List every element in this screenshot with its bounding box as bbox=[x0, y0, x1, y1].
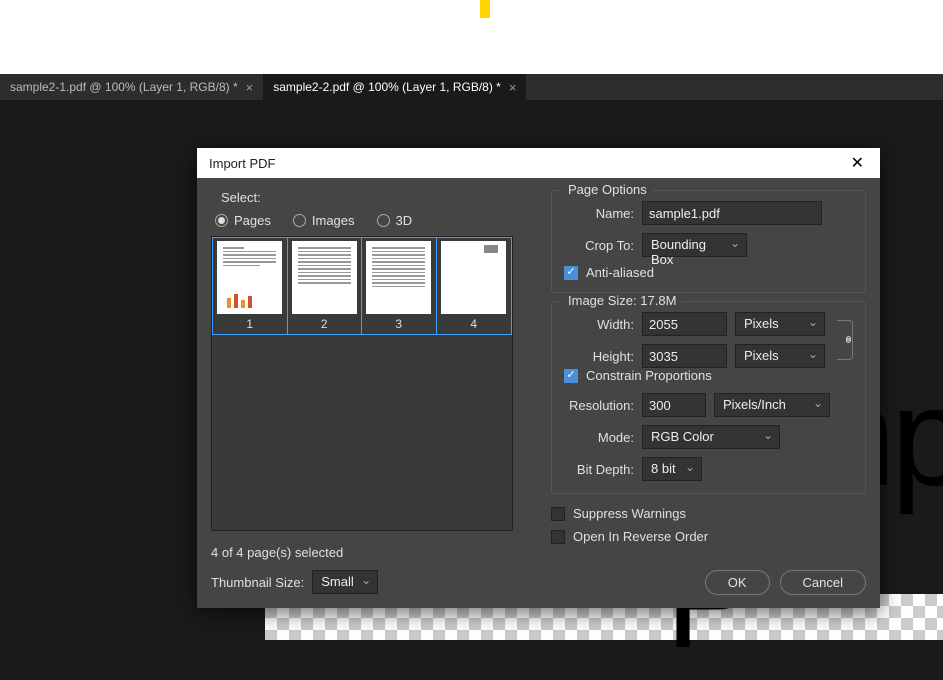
radio-icon bbox=[215, 214, 228, 227]
checkbox-label: Constrain Proportions bbox=[586, 368, 712, 383]
document-tab[interactable]: sample2-1.pdf @ 100% (Layer 1, RGB/8) * … bbox=[0, 74, 263, 100]
width-unit-select[interactable]: Pixels bbox=[735, 312, 825, 336]
close-icon[interactable]: ✕ bbox=[847, 153, 868, 173]
height-label: Height: bbox=[564, 349, 634, 364]
page-thumbnail[interactable]: 2 bbox=[288, 238, 363, 334]
tab-label: sample2-2.pdf @ 100% (Layer 1, RGB/8) * bbox=[273, 80, 501, 94]
constrain-proportions-checkbox[interactable]: Constrain Proportions bbox=[564, 368, 853, 383]
width-label: Width: bbox=[564, 317, 634, 332]
cursor-mark bbox=[480, 0, 490, 18]
image-size-group: Image Size: 17.8M Width: Pixels Height: bbox=[551, 301, 866, 494]
radio-label: Pages bbox=[234, 213, 271, 228]
bit-depth-label: Bit Depth: bbox=[564, 462, 634, 477]
anti-aliased-checkbox[interactable]: Anti-aliased bbox=[564, 265, 853, 280]
group-legend: Page Options bbox=[562, 182, 653, 197]
height-unit-select[interactable]: Pixels bbox=[735, 344, 825, 368]
page-thumbnail[interactable]: 1 bbox=[213, 238, 288, 334]
radio-label: Images bbox=[312, 213, 355, 228]
radio-icon bbox=[377, 214, 390, 227]
page-thumbnail[interactable]: 4 bbox=[437, 238, 512, 334]
thumb-number: 3 bbox=[395, 316, 402, 334]
checkbox-icon bbox=[564, 266, 578, 280]
thumbnail-size-label: Thumbnail Size: bbox=[211, 575, 304, 590]
radio-pages[interactable]: Pages bbox=[215, 213, 271, 228]
document-tab-bar: sample2-1.pdf @ 100% (Layer 1, RGB/8) * … bbox=[0, 74, 943, 100]
close-icon[interactable]: × bbox=[509, 80, 517, 95]
page-options-group: Page Options Name: Crop To: Bounding Box… bbox=[551, 190, 866, 293]
radio-icon bbox=[293, 214, 306, 227]
checkbox-icon bbox=[551, 507, 565, 521]
checkbox-icon bbox=[564, 369, 578, 383]
selection-status: 4 of 4 page(s) selected bbox=[211, 545, 541, 560]
checkbox-label: Suppress Warnings bbox=[573, 506, 686, 521]
resolution-unit-select[interactable]: Pixels/Inch bbox=[714, 393, 830, 417]
close-icon[interactable]: × bbox=[246, 80, 254, 95]
cancel-button[interactable]: Cancel bbox=[780, 570, 866, 595]
import-pdf-dialog: Import PDF ✕ Select: Pages Images 3D bbox=[197, 148, 880, 608]
resolution-label: Resolution: bbox=[564, 398, 634, 413]
mode-select[interactable]: RGB Color bbox=[642, 425, 780, 449]
bit-depth-select[interactable]: 8 bit bbox=[642, 457, 702, 481]
select-label: Select: bbox=[221, 190, 541, 205]
width-field[interactable] bbox=[642, 312, 727, 336]
group-legend: Image Size: 17.8M bbox=[562, 293, 682, 308]
page-thumbnail[interactable]: 3 bbox=[362, 238, 437, 334]
link-icon[interactable] bbox=[837, 320, 853, 360]
crop-to-label: Crop To: bbox=[564, 238, 634, 253]
radio-images[interactable]: Images bbox=[293, 213, 355, 228]
thumb-number: 1 bbox=[246, 316, 253, 334]
reverse-order-checkbox[interactable]: Open In Reverse Order bbox=[551, 529, 866, 544]
radio-3d[interactable]: 3D bbox=[377, 213, 413, 228]
resolution-field[interactable] bbox=[642, 393, 706, 417]
suppress-warnings-checkbox[interactable]: Suppress Warnings bbox=[551, 506, 866, 521]
checkbox-label: Anti-aliased bbox=[586, 265, 654, 280]
thumb-number: 2 bbox=[321, 316, 328, 334]
mode-label: Mode: bbox=[564, 430, 634, 445]
name-label: Name: bbox=[564, 206, 634, 221]
checkbox-icon bbox=[551, 530, 565, 544]
ok-button[interactable]: OK bbox=[705, 570, 770, 595]
tab-label: sample2-1.pdf @ 100% (Layer 1, RGB/8) * bbox=[10, 80, 238, 94]
name-field[interactable] bbox=[642, 201, 822, 225]
radio-label: 3D bbox=[396, 213, 413, 228]
height-field[interactable] bbox=[642, 344, 727, 368]
crop-to-select[interactable]: Bounding Box bbox=[642, 233, 747, 257]
thumbnail-grid[interactable]: 1 2 bbox=[211, 236, 513, 531]
select-type-radios: Pages Images 3D bbox=[215, 213, 541, 228]
top-blank-area bbox=[0, 0, 943, 74]
dialog-titlebar[interactable]: Import PDF ✕ bbox=[197, 148, 880, 178]
dialog-title: Import PDF bbox=[209, 156, 275, 171]
thumb-number: 4 bbox=[470, 316, 477, 334]
checkbox-label: Open In Reverse Order bbox=[573, 529, 708, 544]
document-tab[interactable]: sample2-2.pdf @ 100% (Layer 1, RGB/8) * … bbox=[263, 74, 526, 100]
thumbnail-size-select[interactable]: Small bbox=[312, 570, 378, 594]
